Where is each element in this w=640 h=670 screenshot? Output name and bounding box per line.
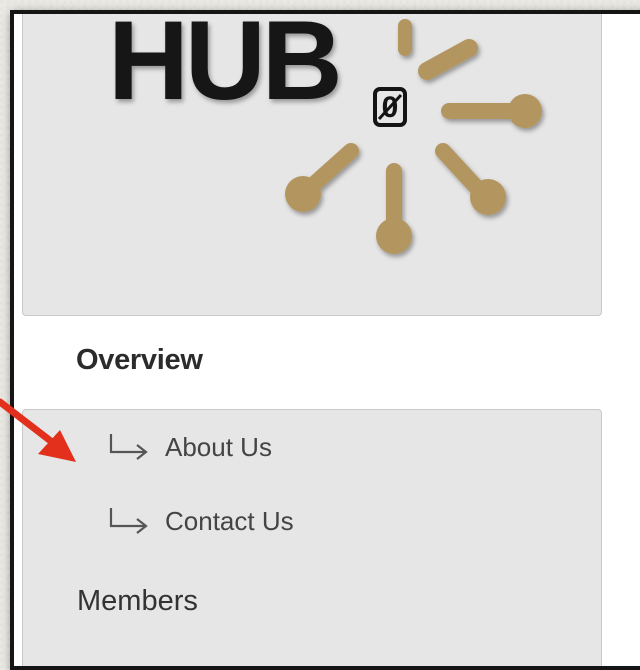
submenu-label: About Us xyxy=(165,431,272,462)
submenu-item-contact-us[interactable]: Contact Us xyxy=(103,504,294,538)
nav-members[interactable]: Members xyxy=(77,585,198,618)
return-arrow-icon xyxy=(109,434,148,460)
logo-panel[interactable]: HUB 0 xyxy=(22,11,602,316)
screenshot-frame: HUB 0 Overview About Us Contact Us Mem xyxy=(10,10,640,670)
red-pointer-arrow-icon xyxy=(0,398,76,462)
submenu-label: Contact Us xyxy=(165,505,294,536)
logo-hub-text: HUB xyxy=(108,11,339,123)
nav-overview[interactable]: Overview xyxy=(76,344,203,377)
logo-subscript-zero: 0 xyxy=(373,87,407,127)
return-arrow-icon xyxy=(109,508,148,534)
submenu-item-about-us[interactable]: About Us xyxy=(103,430,272,464)
hub0-logo: HUB 0 xyxy=(108,11,542,254)
